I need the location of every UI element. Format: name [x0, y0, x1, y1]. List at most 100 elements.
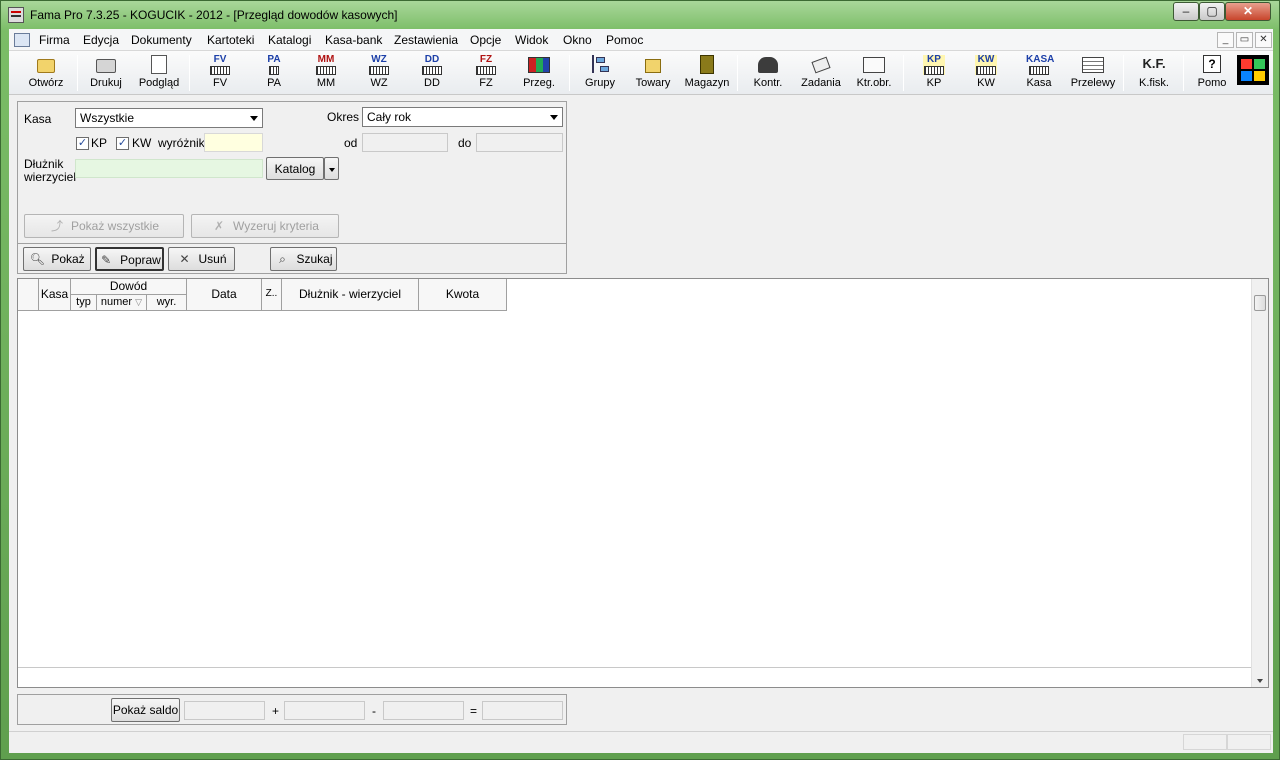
open-label: Otwórz	[28, 77, 64, 89]
kw-code: KW	[977, 54, 995, 65]
print-button[interactable]: Drukuj	[81, 53, 131, 93]
scroll-down-arrow-icon[interactable]	[1257, 679, 1263, 683]
mdi-restore-button[interactable]: ▭	[1236, 32, 1253, 48]
column-header-dluznik[interactable]: Dłużnik - wierzyciel	[282, 279, 419, 311]
mm-label: MM	[316, 77, 336, 89]
menu-kartoteki[interactable]: Kartoteki	[207, 33, 254, 47]
przeg-button[interactable]: Przeg.	[514, 53, 564, 93]
reset-criteria-button[interactable]: ✗ Wyzeruj kryteria	[191, 214, 339, 238]
kasa-button[interactable]: KASA Kasa	[1013, 53, 1065, 93]
toolbar-separator	[903, 55, 904, 91]
okres-select[interactable]: Cały rok	[362, 107, 563, 127]
kasa-label: Kasa	[1026, 77, 1052, 89]
column-header-kasa[interactable]: Kasa	[39, 279, 71, 311]
kw-checkbox-label: KW	[132, 136, 152, 150]
turnover-button[interactable]: Ktr.obr.	[849, 53, 899, 93]
column-header-wyr[interactable]: wyr.	[147, 295, 187, 311]
contractors-button[interactable]: Kontr.	[743, 53, 793, 93]
kw-checkbox[interactable]: ✓	[116, 137, 129, 150]
toolbar-separator	[1183, 55, 1184, 91]
fiscal-button[interactable]: K.F. K.fisk.	[1129, 53, 1179, 93]
kp-checkbox[interactable]: ✓	[76, 137, 89, 150]
date-to-input[interactable]	[476, 133, 563, 152]
column-header-z[interactable]: Z..	[262, 279, 282, 311]
menu-zestawienia[interactable]: Zestawienia	[394, 33, 458, 47]
fz-button[interactable]: FZ FZ	[461, 53, 511, 93]
title-bar[interactable]: Fama Pro 7.3.25 - KOGUCIK - 2012 - [Prze…	[1, 1, 1279, 29]
menu-kasa-bank[interactable]: Kasa-bank	[325, 33, 382, 47]
column-header-kwota[interactable]: Kwota	[419, 279, 507, 311]
help-button[interactable]: ? Pomo	[1189, 53, 1235, 93]
mdi-minimize-button[interactable]: _	[1217, 32, 1234, 48]
tasks-button[interactable]: Zadania	[795, 53, 847, 93]
preview-button[interactable]: Podgląd	[133, 53, 185, 93]
search-label: Szukaj	[296, 252, 333, 266]
chevron-down-icon	[550, 115, 558, 120]
close-button[interactable]: ✕	[1225, 2, 1271, 21]
column-header-typ[interactable]: typ	[71, 295, 97, 311]
wz-button[interactable]: WZ WZ	[354, 53, 404, 93]
minus-sign: -	[372, 704, 376, 718]
kp-code: KP	[927, 54, 941, 65]
reset-icon: ✗	[214, 219, 225, 233]
toolbar-separator	[77, 55, 78, 91]
menu-edycja[interactable]: Edycja	[83, 33, 119, 47]
goods-label: Towary	[635, 77, 671, 89]
windows-logo-icon	[1237, 55, 1269, 85]
delete-button[interactable]: ✕ Usuń	[168, 247, 235, 271]
wz-code: WZ	[371, 54, 387, 65]
menu-opcje[interactable]: Opcje	[470, 33, 501, 47]
transfers-button[interactable]: Przelewy	[1067, 53, 1119, 93]
scrollbar-thumb[interactable]	[1254, 295, 1266, 311]
pa-button[interactable]: PA PA	[249, 53, 299, 93]
help-label: Pomo	[1197, 77, 1227, 89]
date-from-input[interactable]	[362, 133, 448, 152]
toolbar-separator	[189, 55, 190, 91]
menu-widok[interactable]: Widok	[515, 33, 548, 47]
mm-button[interactable]: MM MM	[301, 53, 351, 93]
column-header-data[interactable]: Data	[187, 279, 262, 311]
minimize-button[interactable]: –	[1173, 2, 1199, 21]
toolbar-separator	[569, 55, 570, 91]
documents-grid[interactable]: Kasa Dowód typ numer ▽ wyr. Data Z.. Dłu…	[17, 278, 1269, 688]
edit-button[interactable]: ✎ Popraw	[95, 247, 164, 271]
show-button[interactable]: 🔍︎ Pokaż	[23, 247, 91, 271]
kw-button[interactable]: KW KW	[961, 53, 1011, 93]
app-icon[interactable]	[8, 7, 24, 23]
menu-pomoc[interactable]: Pomoc	[606, 33, 643, 47]
search-button[interactable]: ⌕ Szukaj	[270, 247, 337, 271]
cash-out-kw-icon: KW	[975, 55, 997, 75]
turnover-icon	[863, 57, 885, 73]
binders-icon	[528, 57, 550, 73]
mdi-close-button[interactable]: ✕	[1255, 32, 1272, 48]
show-balance-button[interactable]: Pokaż saldo	[111, 698, 180, 722]
chevron-down-icon	[328, 167, 335, 172]
menu-dokumenty[interactable]: Dokumenty	[131, 33, 192, 47]
warehouse-button[interactable]: Magazyn	[681, 53, 733, 93]
document-window-icon[interactable]	[14, 33, 30, 47]
open-button[interactable]: Otwórz	[19, 53, 73, 93]
kp-button[interactable]: KP KP	[909, 53, 959, 93]
menu-firma[interactable]: Firma	[39, 33, 70, 47]
wyroznik-input[interactable]	[204, 133, 263, 152]
dluznik-input[interactable]	[75, 159, 263, 178]
fv-button[interactable]: FV FV	[195, 53, 245, 93]
katalog-dropdown-button[interactable]	[324, 157, 339, 180]
maximize-button[interactable]: ▢	[1199, 2, 1225, 21]
katalog-button[interactable]: Katalog	[266, 157, 324, 180]
groups-button[interactable]: Grupy	[575, 53, 625, 93]
fiscal-icon: K.F.	[1139, 55, 1169, 75]
dd-button[interactable]: DD DD	[407, 53, 457, 93]
show-label: Pokaż	[51, 252, 85, 266]
toolbar: Otwórz Drukuj Podgląd FV FV PA PA MM MM …	[9, 51, 1273, 95]
horizontal-scrollbar[interactable]	[18, 667, 1252, 668]
menu-katalogi[interactable]: Katalogi	[268, 33, 311, 47]
goods-button[interactable]: Towary	[627, 53, 679, 93]
show-all-button[interactable]: ⤴ Pokaż wszystkie	[24, 214, 184, 238]
column-header-numer[interactable]: numer ▽	[97, 295, 147, 311]
filter-panel: Kasa Wszystkie Okres Cały rok ✓ KP ✓ KW …	[17, 101, 567, 274]
kasa-select[interactable]: Wszystkie	[75, 108, 263, 128]
tasks-icon	[811, 56, 831, 74]
menu-okno[interactable]: Okno	[563, 33, 592, 47]
vertical-scrollbar[interactable]	[1251, 279, 1268, 687]
